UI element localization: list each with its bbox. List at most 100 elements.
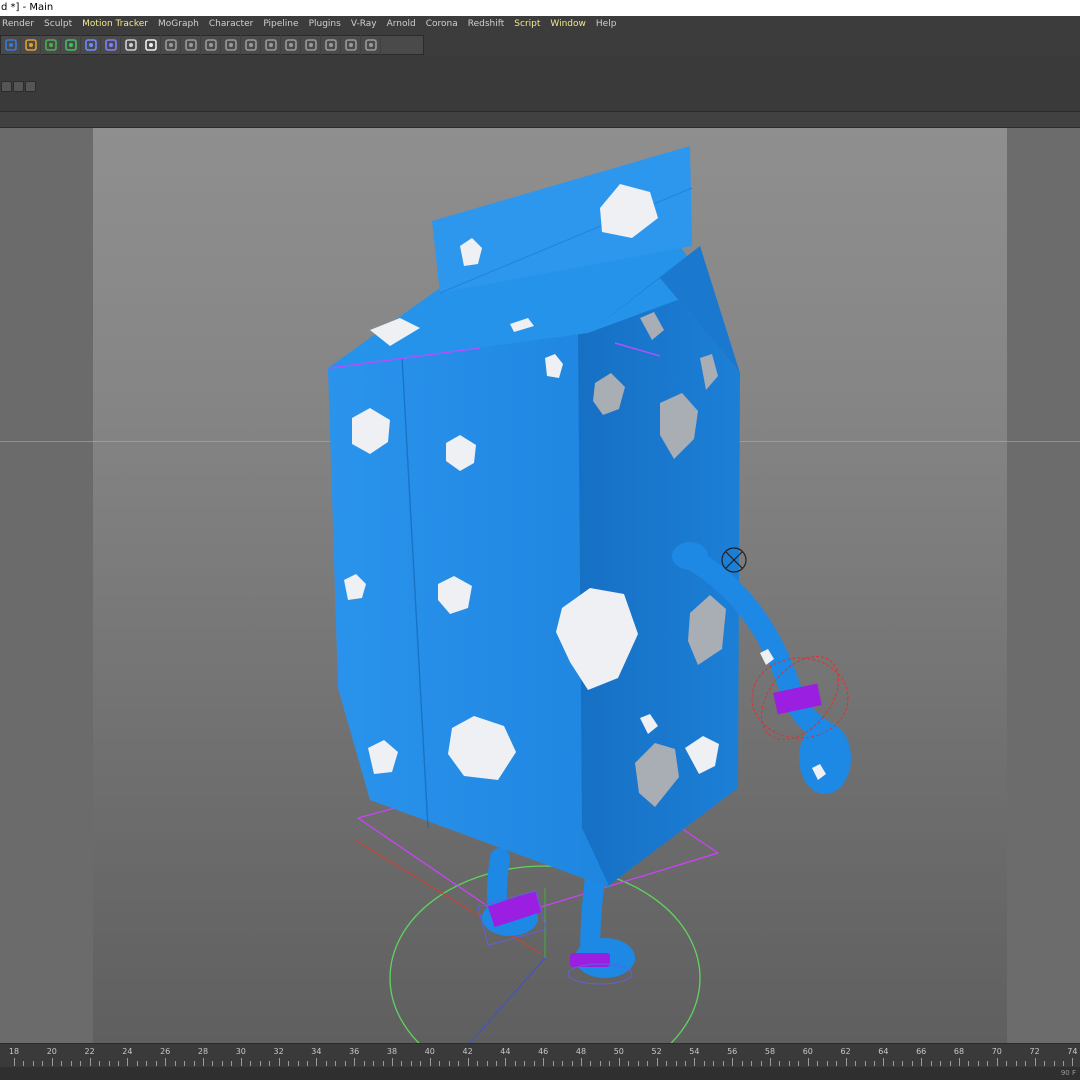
light-icon[interactable] — [141, 35, 161, 55]
tick-mark — [883, 1058, 885, 1066]
tick-mark — [306, 1061, 308, 1066]
tick-mark — [628, 1061, 630, 1066]
array-icon[interactable] — [61, 35, 81, 55]
menu-character[interactable]: Character — [204, 16, 258, 33]
tick-mark — [203, 1058, 204, 1066]
box-icon[interactable] — [281, 35, 301, 55]
tick-mark — [259, 1061, 261, 1066]
tick-mark — [221, 1061, 223, 1066]
tick-mark — [533, 1061, 535, 1066]
deformer-icon[interactable] — [81, 35, 101, 55]
tick-mark — [250, 1061, 252, 1066]
menu-motion-tracker[interactable]: Motion Tracker — [77, 16, 153, 33]
tick-mark — [335, 1061, 337, 1066]
lattice-icon[interactable] — [301, 35, 321, 55]
menu-arnold[interactable]: Arnold — [382, 16, 421, 33]
grid-pattern-icon[interactable] — [321, 35, 341, 55]
menu-sculpt[interactable]: Sculpt — [39, 16, 77, 33]
tick-mark — [89, 1058, 91, 1066]
tick-mark — [448, 1061, 450, 1066]
tick-mark — [590, 1061, 592, 1066]
mini-button-1[interactable] — [1, 81, 12, 92]
milk-carton-character[interactable] — [0, 128, 1080, 1043]
z-axis-line — [469, 957, 546, 1043]
tool-strip — [0, 35, 424, 55]
tick-mark — [732, 1058, 734, 1066]
tick-mark — [609, 1061, 611, 1066]
menu-pipeline[interactable]: Pipeline — [258, 16, 303, 33]
tick-mark — [165, 1058, 167, 1066]
tick-label: 24 — [122, 1047, 133, 1056]
tick-label: 44 — [500, 1047, 511, 1056]
right-hand[interactable] — [799, 722, 851, 794]
tick-mark — [212, 1061, 214, 1066]
3d-viewport[interactable] — [0, 128, 1080, 1043]
menu-render[interactable]: Render — [0, 16, 39, 33]
tick-mark — [684, 1061, 686, 1066]
tick-mark — [996, 1058, 998, 1066]
tick-mark — [136, 1061, 138, 1066]
tick-mark — [543, 1058, 545, 1066]
tick-label: 68 — [953, 1047, 965, 1056]
tick-mark — [741, 1061, 743, 1066]
tick-mark — [193, 1061, 195, 1066]
tick-mark — [1072, 1058, 1074, 1066]
tick-mark — [108, 1061, 110, 1066]
menu-redshift[interactable]: Redshift — [463, 16, 510, 33]
menu-v-ray[interactable]: V-Ray — [346, 16, 382, 33]
tag-icon[interactable] — [261, 35, 281, 55]
menu-window[interactable]: Window — [545, 16, 591, 33]
tick-mark — [666, 1061, 668, 1066]
menu-plugins[interactable]: Plugins — [304, 16, 346, 33]
tick-mark — [429, 1058, 431, 1066]
grid-icon[interactable] — [161, 35, 181, 55]
tick-mark — [892, 1061, 894, 1066]
align-icon[interactable] — [221, 35, 241, 55]
grid-pattern-icon-3[interactable] — [361, 35, 381, 55]
tick-label: 20 — [46, 1047, 57, 1056]
tick-mark — [477, 1061, 479, 1066]
tick-label: 38 — [386, 1047, 398, 1056]
tick-mark — [42, 1061, 44, 1066]
tick-mark — [722, 1061, 724, 1066]
tick-mark — [70, 1061, 72, 1066]
menu-script[interactable]: Script — [509, 16, 545, 33]
tick-mark — [779, 1061, 781, 1066]
tick-mark — [1025, 1061, 1027, 1066]
subdivide-icon[interactable] — [41, 35, 61, 55]
tick-mark — [23, 1061, 25, 1066]
tick-mark — [14, 1058, 15, 1066]
mini-button-2[interactable] — [13, 81, 24, 92]
tick-mark — [316, 1058, 318, 1066]
shield-icon[interactable] — [201, 35, 221, 55]
tick-mark — [458, 1061, 460, 1066]
tick-mark — [703, 1061, 705, 1066]
cube-icon[interactable] — [1, 35, 21, 55]
tick-mark — [61, 1061, 63, 1066]
ruler-icon[interactable] — [181, 35, 201, 55]
timeline-ruler[interactable]: 18 20 22 24 26 28 30 32 34 36 38 40 42 44 46 48 50 52 54 56… — [0, 1044, 1080, 1066]
tick-mark — [1015, 1061, 1017, 1066]
pen-icon[interactable] — [21, 35, 41, 55]
timeline[interactable]: 18 20 22 24 26 28 30 32 34 36 38 40 42 44 46 48 50 52 54 56… — [0, 1043, 1080, 1080]
menu-help[interactable]: Help — [591, 16, 622, 33]
tick-mark — [373, 1061, 375, 1066]
tick-label: 66 — [916, 1047, 927, 1056]
tick-label: 56 — [727, 1047, 738, 1056]
tick-mark — [184, 1061, 186, 1066]
tick-mark — [959, 1058, 960, 1066]
fork-icon[interactable] — [241, 35, 261, 55]
floor-icon[interactable] — [101, 35, 121, 55]
timeline-track[interactable] — [0, 1067, 1080, 1080]
grid-pattern-icon-2[interactable] — [341, 35, 361, 55]
tick-mark — [921, 1058, 923, 1066]
camera-icon[interactable] — [121, 35, 141, 55]
tick-label: 70 — [991, 1047, 1002, 1056]
tick-mark — [420, 1061, 422, 1066]
menu-mograph[interactable]: MoGraph — [153, 16, 204, 33]
tick-mark — [288, 1061, 290, 1066]
menu-corona[interactable]: Corona — [421, 16, 463, 33]
tick-label: 58 — [764, 1047, 776, 1056]
mini-button-3[interactable] — [25, 81, 36, 92]
tick-label: 30 — [235, 1047, 246, 1056]
